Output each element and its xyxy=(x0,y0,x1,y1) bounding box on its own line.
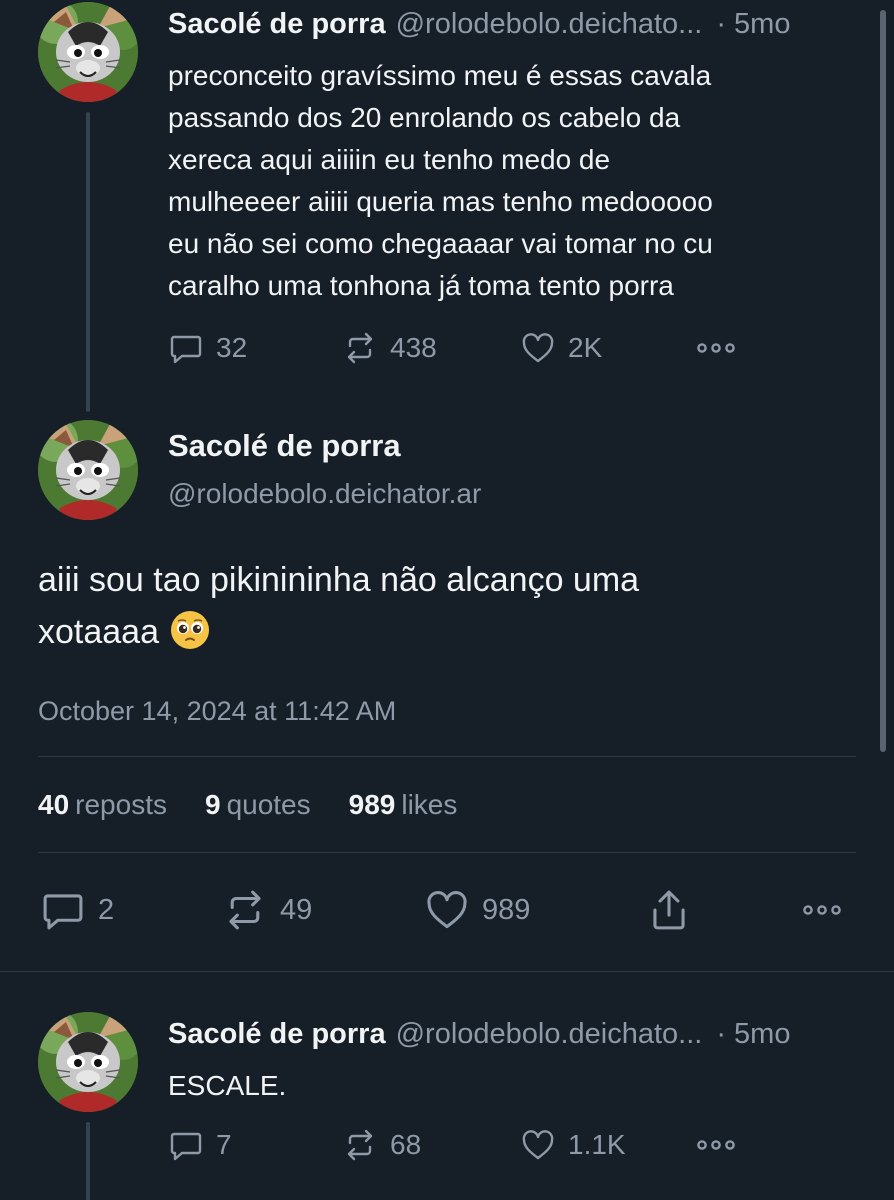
repost-count: 68 xyxy=(390,1129,422,1160)
repost-button[interactable]: 68 xyxy=(342,1125,421,1165)
speech-bubble-icon xyxy=(40,887,86,933)
post-stats: 40 reposts 9 quotes 989 likes xyxy=(38,787,495,823)
quotes-label: quotes xyxy=(226,789,311,820)
repost-button[interactable]: 438 xyxy=(342,328,437,368)
author-handle[interactable]: @rolodebolo.deichato... xyxy=(396,1016,703,1052)
post-header: Sacolé de porra @rolodebolo.deichato... … xyxy=(168,6,790,42)
thread-view: Sacolé de porra @rolodebolo.deichato... … xyxy=(0,0,894,1200)
author-name[interactable]: Sacolé de porra xyxy=(168,6,386,42)
repost-arrows-icon xyxy=(342,1127,378,1163)
repost-count: 49 xyxy=(280,893,313,926)
likes-label: likes xyxy=(401,789,458,820)
avatar[interactable] xyxy=(38,1012,138,1112)
quotes-count: 9 xyxy=(204,789,221,820)
avatar[interactable] xyxy=(38,2,138,102)
separator-dot: · xyxy=(716,1018,727,1050)
repost-count: 438 xyxy=(390,332,437,363)
reply-count: 7 xyxy=(216,1129,232,1160)
reposts-stat[interactable]: 40 reposts xyxy=(38,789,167,820)
like-count: 1.1K xyxy=(568,1129,626,1160)
like-count: 2K xyxy=(568,332,603,363)
post-actions: 32 438 2K xyxy=(168,328,768,368)
speech-bubble-icon xyxy=(168,330,204,366)
repost-arrows-icon xyxy=(222,887,268,933)
quotes-stat[interactable]: 9 quotes xyxy=(205,789,311,820)
more-dots-icon xyxy=(800,904,844,916)
reposts-label: reposts xyxy=(75,789,167,820)
thread-line xyxy=(86,1122,90,1200)
heart-icon xyxy=(520,1127,556,1163)
post-time[interactable]: 5mo xyxy=(734,6,790,42)
more-dots-icon xyxy=(696,1139,736,1151)
author-handle[interactable]: @rolodebolo.deichator.ar xyxy=(168,476,481,512)
heart-icon xyxy=(520,330,556,366)
more-button[interactable] xyxy=(696,328,736,368)
more-button[interactable] xyxy=(800,888,844,932)
author-handle[interactable]: @rolodebolo.deichato... xyxy=(396,6,703,42)
heart-icon xyxy=(424,887,470,933)
reply-button[interactable]: 7 xyxy=(168,1125,232,1165)
reply-count: 32 xyxy=(216,332,248,363)
author-name[interactable]: Sacolé de porra xyxy=(168,427,401,465)
like-button[interactable]: 2K xyxy=(520,328,602,368)
more-dots-icon xyxy=(696,342,736,354)
like-button[interactable]: 1.1K xyxy=(520,1125,626,1165)
reposts-count: 40 xyxy=(38,789,70,820)
like-count: 989 xyxy=(482,893,531,926)
share-button[interactable] xyxy=(646,888,692,932)
post-text: preconceito gravíssimo meu é essas caval… xyxy=(168,60,713,301)
post-header: Sacolé de porra @rolodebolo.deichato... … xyxy=(168,1016,790,1052)
likes-count: 989 xyxy=(348,789,396,820)
thread-line xyxy=(86,112,90,412)
post-text: ESCALE. xyxy=(168,1070,287,1101)
post-date: October 14, 2024 at 11:42 AM xyxy=(38,696,397,726)
reply-button[interactable]: 2 xyxy=(40,888,114,932)
author-name[interactable]: Sacolé de porra xyxy=(168,1016,386,1052)
repost-arrows-icon xyxy=(342,330,378,366)
share-upload-icon xyxy=(646,887,692,933)
more-button[interactable] xyxy=(696,1125,736,1165)
post-time[interactable]: 5mo xyxy=(734,1016,790,1052)
post-actions: 7 68 1.1K xyxy=(168,1125,768,1165)
like-button[interactable]: 989 xyxy=(424,888,530,932)
scrollbar[interactable] xyxy=(880,10,886,752)
pleading-face-emoji xyxy=(171,611,209,649)
divider xyxy=(38,756,856,757)
separator-dot: · xyxy=(716,8,727,40)
avatar[interactable] xyxy=(38,420,138,520)
divider xyxy=(0,971,894,972)
post-text-content: aiii sou tao pikinininha não alcanço uma… xyxy=(38,561,640,651)
post-text: aiii sou tao pikinininha não alcanço uma… xyxy=(38,554,858,658)
speech-bubble-icon xyxy=(168,1127,204,1163)
reply-button[interactable]: 32 xyxy=(168,328,247,368)
repost-button[interactable]: 49 xyxy=(222,888,312,932)
reply-count: 2 xyxy=(98,893,115,926)
likes-stat[interactable]: 989 likes xyxy=(349,789,458,820)
divider xyxy=(38,852,856,853)
